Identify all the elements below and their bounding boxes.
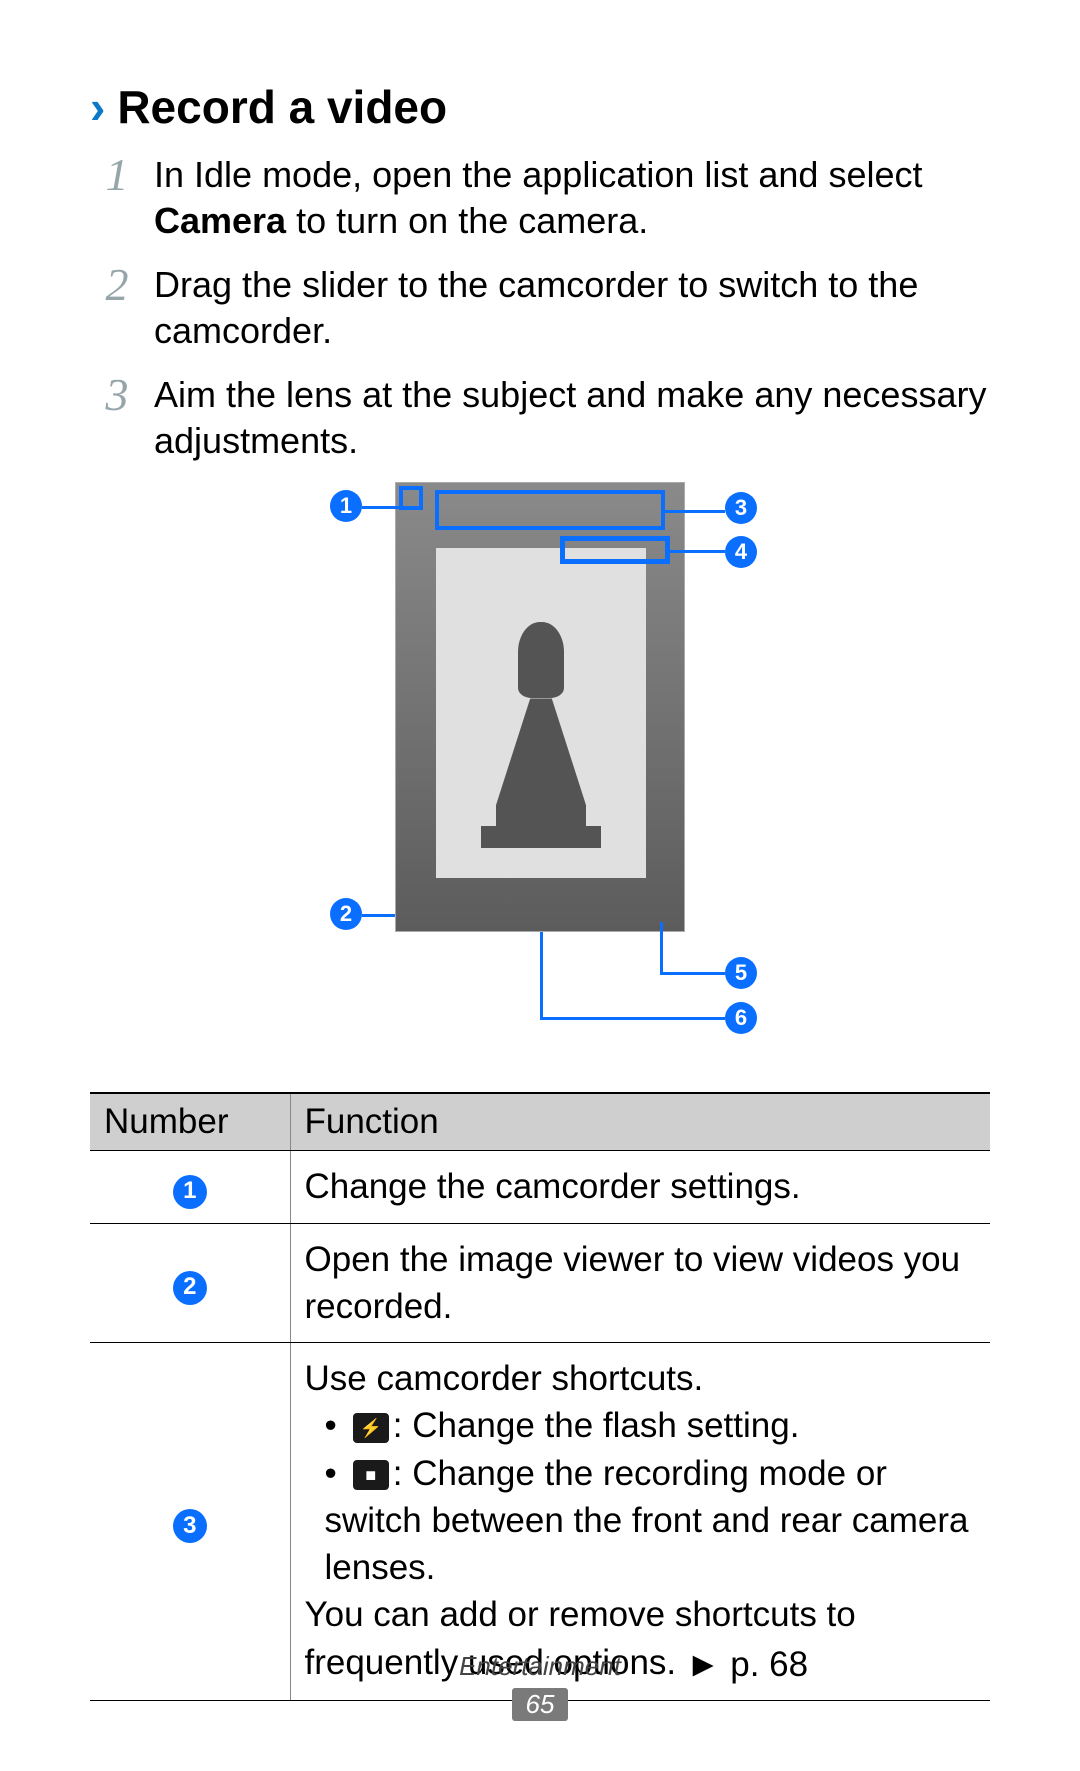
callout-box-1 <box>399 486 423 510</box>
step-text: In Idle mode, open the application list … <box>154 152 990 244</box>
header-number: Number <box>90 1093 290 1151</box>
row-badge: 3 <box>173 1509 207 1543</box>
callout-box-3 <box>435 490 665 530</box>
callout-badge-3: 3 <box>725 492 757 524</box>
silhouette-icon <box>486 578 596 848</box>
table-row: 2 Open the image viewer to view videos y… <box>90 1223 990 1343</box>
step-text: Aim the lens at the subject and make any… <box>154 372 990 464</box>
table-row: 1 Change the camcorder settings. <box>90 1151 990 1223</box>
row-badge: 2 <box>173 1271 207 1305</box>
step-2: 2 Drag the slider to the camcorder to sw… <box>98 262 990 354</box>
row-function: Open the image viewer to view videos you… <box>290 1223 990 1343</box>
phone-screen <box>436 548 646 878</box>
callout-box-4 <box>560 536 670 564</box>
camcorder-mode-icon: ■ <box>353 1460 389 1490</box>
chevron-right-icon: › <box>90 84 105 130</box>
table-row: 3 Use camcorder shortcuts. ⚡: Change the… <box>90 1343 990 1701</box>
row-function: Use camcorder shortcuts. ⚡: Change the f… <box>290 1343 990 1701</box>
row-badge: 1 <box>173 1175 207 1209</box>
step-3: 3 Aim the lens at the subject and make a… <box>98 372 990 464</box>
callout-badge-4: 4 <box>725 536 757 568</box>
step-number: 1 <box>98 152 136 244</box>
camcorder-diagram: 1 2 3 4 5 6 <box>230 482 850 1062</box>
callout-badge-1: 1 <box>330 490 362 522</box>
callout-badge-6: 6 <box>725 1002 757 1034</box>
step-number: 2 <box>98 262 136 354</box>
callout-badge-5: 5 <box>725 957 757 989</box>
footer-page-number: 65 <box>512 1688 569 1721</box>
step-1: 1 In Idle mode, open the application lis… <box>98 152 990 244</box>
heading-title: Record a video <box>117 80 447 134</box>
flash-off-icon: ⚡ <box>353 1413 389 1443</box>
step-number: 3 <box>98 372 136 464</box>
footer-category: Entertainment <box>0 1651 1080 1682</box>
steps-list: 1 In Idle mode, open the application lis… <box>90 152 990 464</box>
header-function: Function <box>290 1093 990 1151</box>
page-footer: Entertainment 65 <box>0 1651 1080 1721</box>
step-text: Drag the slider to the camcorder to swit… <box>154 262 990 354</box>
row-function: Change the camcorder settings. <box>290 1151 990 1223</box>
function-table: Number Function 1 Change the camcorder s… <box>90 1092 990 1701</box>
section-heading: › Record a video <box>90 80 990 134</box>
callout-badge-2: 2 <box>330 898 362 930</box>
